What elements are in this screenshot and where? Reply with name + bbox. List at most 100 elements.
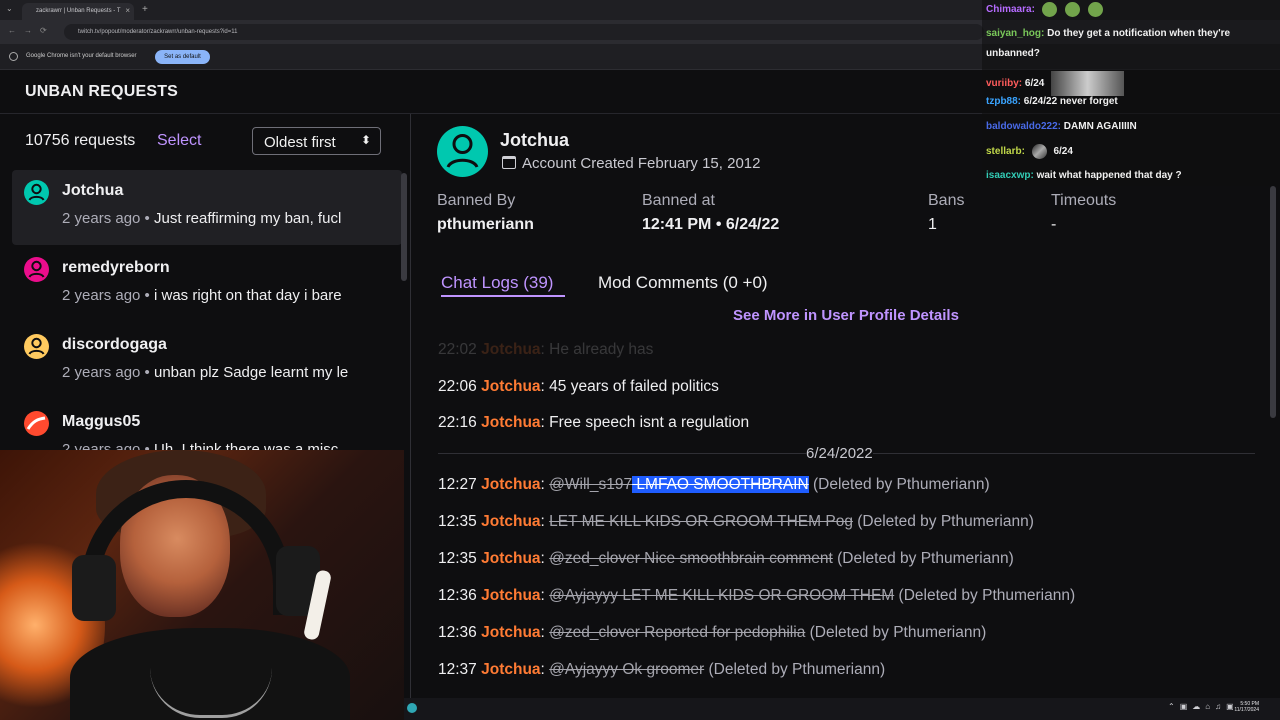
browser-nav-icons[interactable]: ←→⟳ <box>8 26 55 35</box>
request-list-scrollbar[interactable] <box>401 173 407 281</box>
log-time: 12:35 <box>438 550 477 567</box>
request-count: 10756 requests <box>25 132 136 149</box>
log-user[interactable]: Jotchua <box>481 661 540 678</box>
tab-list-chevron-icon[interactable]: ⌄ <box>6 4 13 13</box>
request-time: 2 years ago <box>62 210 141 227</box>
tab-close-icon[interactable]: × <box>125 6 130 15</box>
overlay-chat-line: tzpb88: 6/24/22 never forget <box>986 95 1118 108</box>
webcam-headset-left-ear <box>72 555 116 621</box>
request-username: Jotchua <box>62 182 124 199</box>
chat-log-line: 22:16 Jotchua: Free speech isnt a regula… <box>438 414 750 431</box>
deleted-chat-log-line: 12:36 Jotchua: @Ayjayyy LET ME KILL KIDS… <box>438 587 1076 604</box>
log-time: 12:27 <box>438 476 477 493</box>
deleted-message: LET ME KILL KIDS OR GROOM THEM Pog <box>549 513 853 530</box>
deleted-note: (Deleted by Pthumeriann) <box>812 476 990 493</box>
page-title: UNBAN REQUESTS <box>25 83 179 100</box>
info-icon <box>9 52 18 61</box>
profile-avatar <box>437 126 488 177</box>
deleted-message: @zed_clover Nice smoothbrain comment <box>549 550 833 567</box>
log-time: 12:37 <box>438 661 477 678</box>
overlay-chat-message: wait what happened that day ? <box>1036 170 1182 181</box>
sort-label: Oldest first <box>264 134 336 151</box>
select-button[interactable]: Select <box>157 132 201 150</box>
banned-by-value: pthumeriann <box>437 216 534 233</box>
request-username: remedyreborn <box>62 259 170 276</box>
overlay-chat-user: saiyan_hog: <box>986 28 1045 39</box>
photo-emote-icon <box>1051 71 1125 96</box>
log-user[interactable]: Jotchua <box>481 550 540 567</box>
tab-chat-logs[interactable]: Chat Logs (39) <box>441 273 553 293</box>
log-user[interactable]: Jotchua <box>481 341 540 358</box>
log-message: 45 years of failed politics <box>549 378 719 395</box>
log-time: 22:02 <box>438 341 477 358</box>
request-item-discordogaga[interactable]: discordogaga 2 years ago • unban plz Sad… <box>12 324 402 399</box>
banned-by-label: Banned By <box>437 192 516 209</box>
log-message: He already has <box>549 341 654 358</box>
deleted-chat-log-line: 12:35 Jotchua: @zed_clover Nice smoothbr… <box>438 550 1014 567</box>
overlay-chat-line: stellarb: 6/24 <box>986 144 1073 159</box>
timeouts-label: Timeouts <box>1051 192 1117 209</box>
face-emote-icon <box>1031 144 1047 159</box>
log-user[interactable]: Jotchua <box>481 414 540 431</box>
calendar-icon <box>502 156 516 169</box>
request-username: discordogaga <box>62 336 167 353</box>
request-meta: 2 years ago • Just reaffirming my ban, f… <box>62 210 342 227</box>
request-item-remedyreborn[interactable]: remedyreborn 2 years ago • i was right o… <box>12 247 402 322</box>
log-time: 12:35 <box>438 513 477 530</box>
sort-arrows-icon: ⬍ <box>360 133 371 147</box>
see-more-profile-link[interactable]: See More in User Profile Details <box>733 307 959 324</box>
banned-at-value: 12:41 PM • 6/24/22 <box>642 216 780 233</box>
bans-value: 1 <box>928 216 937 233</box>
overlay-chat-line: saiyan_hog: Do they get a notification w… <box>986 27 1230 40</box>
deleted-note: (Deleted by Pthumeriann) <box>898 587 1076 604</box>
set-default-button[interactable]: Set as default <box>155 50 210 64</box>
taskbar-app-icon[interactable] <box>407 703 417 713</box>
profile-username: Jotchua <box>500 130 570 150</box>
request-time: 2 years ago <box>62 287 141 304</box>
log-time: 12:36 <box>438 624 477 641</box>
request-meta: 2 years ago • i was right on that day i … <box>62 287 342 304</box>
chat-log-scrollbar[interactable] <box>1270 186 1276 418</box>
windows-taskbar <box>404 698 1280 720</box>
taskbar-date: 11/17/2024 <box>1234 707 1259 713</box>
browser-tab[interactable]: zackrawrr | Unban Requests - T × <box>22 3 134 20</box>
deleted-message: @Ayjayyy LET ME KILL KIDS OR GROOM THEM <box>549 587 895 604</box>
browser-tab-title: zackrawrr | Unban Requests - T <box>36 8 121 14</box>
log-message: Free speech isnt a regulation <box>549 414 750 431</box>
address-bar[interactable]: twitch.tv/popout/moderator/zackrawrr/unb… <box>64 24 984 40</box>
deleted-chat-log-line: 12:36 Jotchua: @zed_clover Reported for … <box>438 624 987 641</box>
user-avatar <box>24 411 49 436</box>
request-item-jotchua[interactable]: Jotchua 2 years ago • Just reaffirming m… <box>12 170 402 245</box>
overlay-chat-line: isaacxwp: wait what happened that day ? <box>986 169 1182 182</box>
request-excerpt: Just reaffirming my ban, fucl <box>153 210 342 227</box>
url-text: twitch.tv/popout/moderator/zackrawrr/unb… <box>78 29 238 35</box>
log-user[interactable]: Jotchua <box>481 587 540 604</box>
new-tab-icon[interactable]: + <box>142 4 148 15</box>
frog-emote-icon <box>1041 2 1057 17</box>
overlay-chat-message: Do they get a notification when they're <box>1047 28 1231 39</box>
log-user[interactable]: Jotchua <box>481 378 540 395</box>
overlay-chat-line: vuriiby: 6/24 <box>986 71 1128 96</box>
log-user[interactable]: Jotchua <box>481 513 540 530</box>
log-user[interactable]: Jotchua <box>481 476 540 493</box>
overlay-chat-message: 6/24 <box>1053 146 1073 158</box>
overlay-chat-message: 6/24/22 never forget <box>1023 96 1118 107</box>
request-excerpt: unban plz Sadge learnt my le <box>153 364 349 381</box>
overlay-chat-line: unbanned? <box>986 47 1040 60</box>
banned-at-label: Banned at <box>642 192 715 209</box>
selected-deleted-text[interactable]: LMFAO SMOOTHBRAIN <box>632 476 809 493</box>
chat-log-line: 22:02 Jotchua: He already has <box>438 341 654 358</box>
active-tab-underline <box>441 295 565 297</box>
deleted-chat-log-line: 12:35 Jotchua: LET ME KILL KIDS OR GROOM… <box>438 513 1034 530</box>
bans-label: Bans <box>928 192 965 209</box>
overlay-chat-user: isaacxwp: <box>986 170 1034 181</box>
frog-emote-icon <box>1087 2 1103 17</box>
account-created: Account Created February 15, 2012 <box>522 155 761 172</box>
tab-mod-comments[interactable]: Mod Comments (0 +0) <box>598 273 768 293</box>
infobar-message: Google Chrome isn't your default browser <box>26 53 137 59</box>
log-user[interactable]: Jotchua <box>481 624 540 641</box>
request-time: 2 years ago <box>62 364 141 381</box>
taskbar-clock[interactable]: 5:50 PM 11/17/2024 <box>1227 701 1259 713</box>
overlay-chat-user: baldowaldo222: <box>986 121 1062 132</box>
sort-dropdown[interactable]: Oldest first ⬍ <box>252 127 381 155</box>
